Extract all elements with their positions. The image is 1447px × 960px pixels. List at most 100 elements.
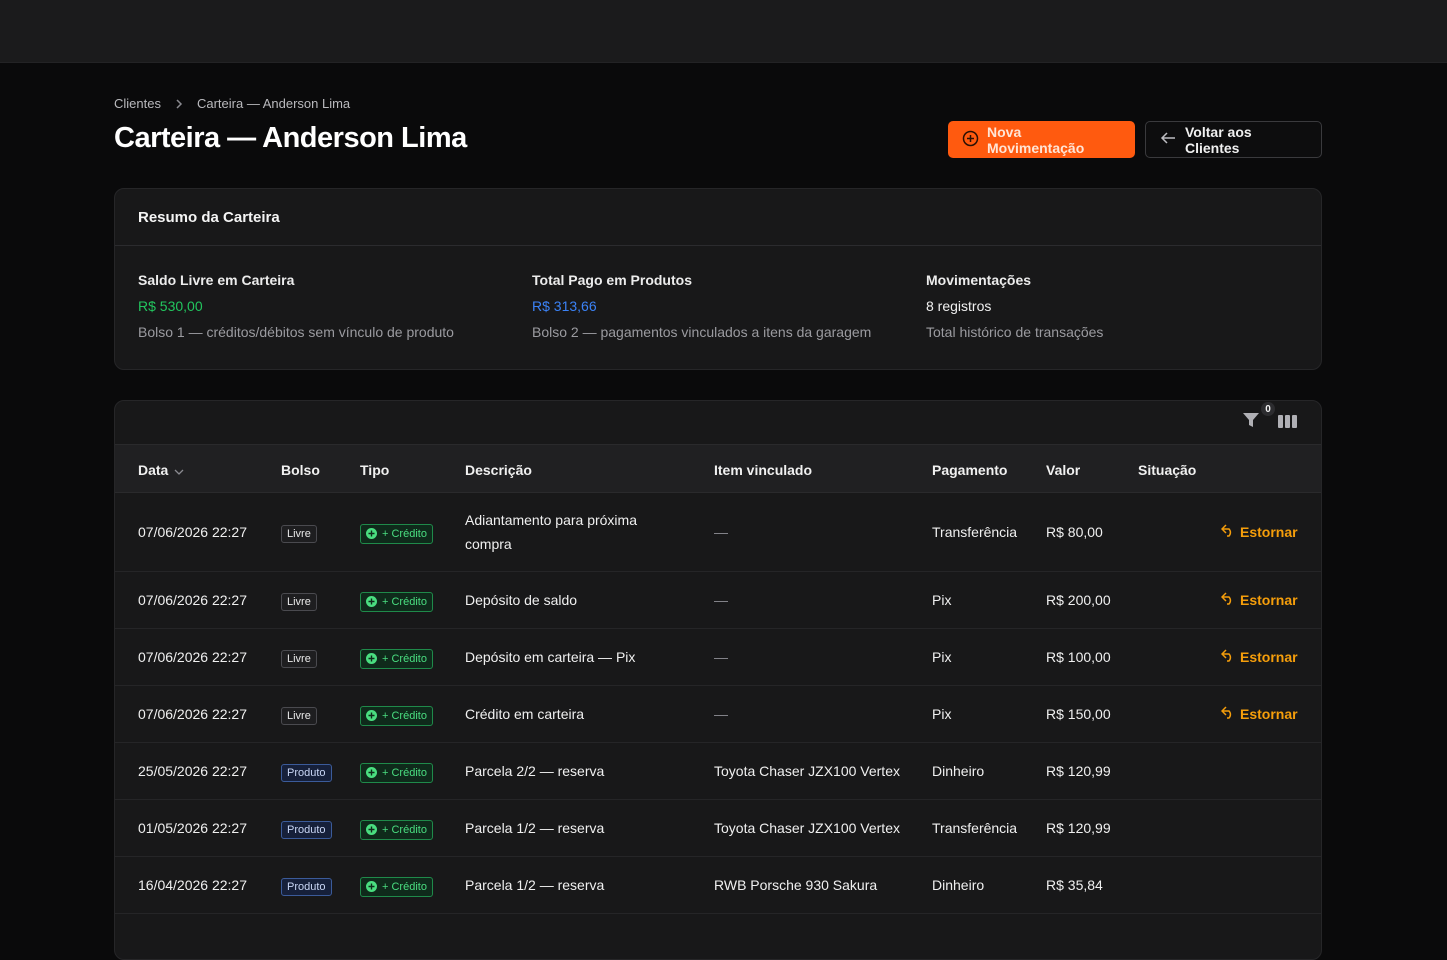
cell-descricao: Adiantamento para próxima compra — [465, 508, 695, 556]
summary-free-balance: Saldo Livre em Carteira R$ 530,00 Bolso … — [138, 272, 454, 340]
cell-bolso: Livre — [281, 588, 317, 612]
bolso-badge: Produto — [281, 878, 332, 896]
descricao-line: Parcela 2/2 — reserva — [465, 763, 605, 779]
summary-label: Saldo Livre em Carteira — [138, 272, 295, 288]
descricao-line: Depósito de saldo — [465, 592, 578, 608]
cell-bolso: Produto — [281, 873, 332, 897]
table-row: 07/06/2026 22:27 Livre + Crédito Depósito e… — [115, 629, 1321, 686]
tipo-label: + Crédito — [382, 880, 427, 893]
summary-movements: Movimentações 8 registros Total históric… — [926, 272, 1103, 340]
cell-descricao: Depósito em carteira — Pix — [465, 645, 695, 669]
bolso-badge: Livre — [281, 707, 317, 725]
column-header-item[interactable]: Item vinculado — [714, 462, 812, 478]
chevron-right-icon — [175, 98, 183, 109]
breadcrumb-clientes-link[interactable]: Clientes — [114, 96, 161, 111]
summary-value: R$ 530,00 — [138, 298, 203, 314]
cell-situacao: Estornar — [1220, 645, 1298, 669]
top-bar — [0, 0, 1447, 63]
tipo-badge: + Crédito — [360, 648, 433, 669]
tipo-badge: + Crédito — [360, 819, 433, 840]
cell-date: 16/04/2026 22:27 — [138, 877, 247, 893]
cell-bolso: Livre — [281, 645, 317, 669]
descricao-line: Parcela 1/2 — reserva — [465, 820, 605, 836]
undo-icon — [1220, 645, 1235, 669]
cell-tipo: + Crédito — [360, 520, 433, 544]
cell-bolso: Produto — [281, 759, 332, 783]
cell-valor: R$ 120,99 — [1046, 763, 1111, 779]
reverse-button[interactable]: Estornar — [1220, 520, 1298, 544]
cell-descricao: Crédito em carteira — [465, 702, 695, 726]
plus-circle-icon — [962, 130, 979, 150]
column-header-bolso[interactable]: Bolso — [281, 462, 320, 478]
summary-value: R$ 313,66 — [532, 298, 597, 314]
reverse-label: Estornar — [1240, 649, 1298, 665]
tipo-label: + Crédito — [382, 766, 427, 779]
bolso-badge: Livre — [281, 650, 317, 668]
cell-item: — — [714, 649, 728, 665]
table-row: 25/05/2026 22:27 Produto + Crédito Parcela … — [115, 743, 1321, 800]
cell-valor: R$ 150,00 — [1046, 706, 1111, 722]
table-row: 07/06/2026 22:27 Livre + Crédito Depósito d… — [115, 572, 1321, 629]
table-row: 07/06/2026 22:27 Livre + Crédito Crédito em… — [115, 686, 1321, 743]
new-movement-label: Nova Movimentação — [987, 123, 1085, 156]
column-header-situacao[interactable]: Situação — [1138, 462, 1196, 478]
cell-situacao: Estornar — [1220, 588, 1298, 612]
plus-circle-icon — [366, 528, 377, 539]
cell-item: — — [714, 524, 728, 540]
summary-desc: Bolso 2 — pagamentos vinculados a itens … — [532, 324, 872, 340]
reverse-button[interactable]: Estornar — [1220, 645, 1298, 669]
cell-valor: R$ 80,00 — [1046, 524, 1103, 540]
reverse-button[interactable]: Estornar — [1220, 588, 1298, 612]
descricao-line: Adiantamento para próxima — [465, 512, 637, 528]
plus-circle-icon — [366, 710, 377, 721]
cell-pagamento: Transferência — [932, 820, 1018, 836]
cell-date: 07/06/2026 22:27 — [138, 524, 247, 540]
tipo-badge: + Crédito — [360, 876, 433, 897]
cell-valor: R$ 100,00 — [1046, 649, 1111, 665]
filter-icon[interactable] — [1242, 411, 1260, 434]
column-header-tipo[interactable]: Tipo — [360, 462, 389, 478]
cell-bolso: Produto — [281, 816, 332, 840]
tipo-label: + Crédito — [382, 527, 427, 540]
table-row: 01/05/2026 22:27 Produto + Crédito Parcela … — [115, 800, 1321, 857]
summary-value: 8 registros — [926, 298, 992, 314]
undo-icon — [1220, 588, 1235, 612]
reverse-button[interactable]: Estornar — [1220, 702, 1298, 726]
column-header-data[interactable]: Data — [138, 462, 184, 478]
cell-pagamento: Transferência — [932, 524, 1018, 540]
columns-icon[interactable] — [1278, 414, 1297, 434]
cell-tipo: + Crédito — [360, 759, 433, 783]
chevron-down-icon — [174, 462, 184, 478]
cell-descricao: Depósito de saldo — [465, 588, 695, 612]
plus-circle-icon — [366, 767, 377, 778]
cell-valor: R$ 200,00 — [1046, 592, 1111, 608]
tipo-badge: + Crédito — [360, 591, 433, 612]
cell-tipo: + Crédito — [360, 588, 433, 612]
tipo-badge: + Crédito — [360, 762, 433, 783]
cell-date: 07/06/2026 22:27 — [138, 706, 247, 722]
summary-label: Total Pago em Produtos — [532, 272, 692, 288]
back-to-clients-button[interactable]: Voltar aos Clientes — [1145, 121, 1322, 158]
undo-icon — [1220, 702, 1235, 726]
cell-item: — — [714, 706, 728, 722]
wallet-summary-card: Resumo da Carteira Saldo Livre em Cartei… — [114, 188, 1322, 370]
back-to-clients-label: Voltar aos Clientes — [1185, 123, 1252, 156]
cell-valor: R$ 120,99 — [1046, 820, 1111, 836]
cell-item: Toyota Chaser JZX100 Vertex — [714, 763, 900, 779]
tipo-label: + Crédito — [382, 595, 427, 608]
column-header-valor[interactable]: Valor — [1046, 462, 1080, 478]
column-header-descricao[interactable]: Descrição — [465, 462, 532, 478]
plus-circle-icon — [366, 824, 377, 835]
summary-label: Movimentações — [926, 272, 1032, 288]
cell-date: 01/05/2026 22:27 — [138, 820, 247, 836]
page-title: Carteira — Anderson Lima — [114, 122, 467, 154]
new-movement-button[interactable]: Nova Movimentação — [948, 121, 1135, 158]
table-body: 07/06/2026 22:27 Livre + Crédito Adiantamen… — [115, 493, 1321, 914]
cell-tipo: + Crédito — [360, 702, 433, 726]
table-header: Data Bolso Tipo Descrição Item vinculado… — [115, 444, 1321, 493]
descricao-line: compra — [465, 536, 512, 552]
filter-count-badge: 0 — [1261, 402, 1275, 416]
reverse-label: Estornar — [1240, 706, 1298, 722]
undo-icon — [1220, 520, 1235, 544]
column-header-pagamento[interactable]: Pagamento — [932, 462, 1007, 478]
